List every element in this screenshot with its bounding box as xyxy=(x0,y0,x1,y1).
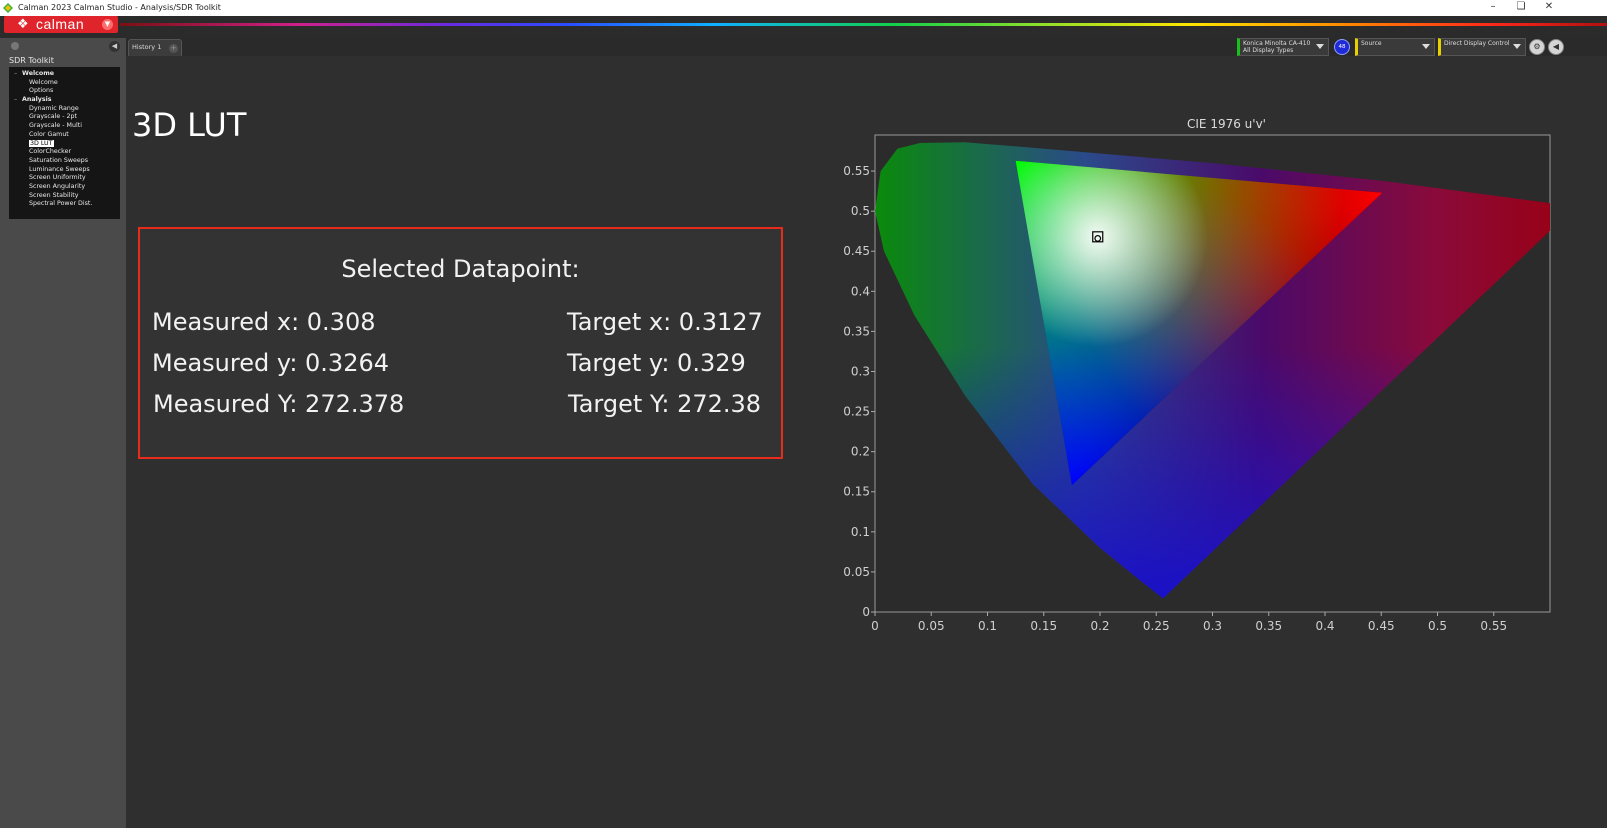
close-icon[interactable]: ✕ xyxy=(1535,1,1563,12)
cie-chart: CIE 1976 u'v' 0 0.05 0.1 0.15 0.2 0.25 0.3 0.35 0… xyxy=(826,112,1566,642)
y-tick-label: 0.05 xyxy=(843,565,870,579)
y-tick-label: 0.55 xyxy=(843,164,870,178)
nav-item-screen-angularity[interactable]: Screen Angularity xyxy=(9,183,120,192)
y-tick-label: 0.3 xyxy=(851,364,870,378)
measured-x-value: Measured x: 0.308 xyxy=(152,308,376,336)
nav-item-grayscale-multi[interactable]: Grayscale - Multi xyxy=(9,122,120,131)
settings-icon[interactable]: ⚙ xyxy=(1529,39,1545,55)
nav-item-screen-uniformity[interactable]: Screen Uniformity xyxy=(9,174,120,183)
nav-item-3d-lut[interactable]: 3D LUT xyxy=(9,139,120,149)
x-tick-label: 0.25 xyxy=(1143,619,1170,633)
x-tick-label: 0.45 xyxy=(1368,619,1395,633)
add-tab-icon[interactable]: + xyxy=(169,44,178,53)
x-tick-label: 0.35 xyxy=(1255,619,1282,633)
chevron-down-icon: ▼ xyxy=(102,19,113,30)
cie-chart-svg: CIE 1976 u'v' 0 0.05 0.1 0.15 0.2 0.25 0.3 0.35 0… xyxy=(843,117,1551,633)
y-tick-label: 0.5 xyxy=(851,204,870,218)
y-tick-label: 0.45 xyxy=(843,244,870,258)
meter-display-type: All Display Types xyxy=(1243,47,1294,54)
tab-label: History 1 xyxy=(132,43,162,51)
y-tick-label: 0.2 xyxy=(851,445,870,459)
y-tick-label: 0.25 xyxy=(843,405,870,419)
x-tick-label: 0.3 xyxy=(1203,619,1222,633)
x-tick-label: 0.55 xyxy=(1480,619,1507,633)
nav-item-dynamic-range[interactable]: Dynamic Range xyxy=(9,105,120,114)
selected-datapoint-heading: Selected Datapoint: xyxy=(341,255,580,283)
nav-group-welcome[interactable]: Welcome xyxy=(9,70,120,79)
nav-item-spectral-power[interactable]: Spectral Power Dist. xyxy=(9,200,120,209)
left-panel: ◀ SDR Toolkit Welcome Welcome Options An… xyxy=(0,38,126,828)
target-y-value: Target y: 0.329 xyxy=(567,349,746,377)
panel-title: SDR Toolkit xyxy=(9,56,54,65)
panel-head: ◀ xyxy=(0,38,126,56)
pin-icon[interactable] xyxy=(11,42,19,50)
meter-badge[interactable]: 48 xyxy=(1334,39,1350,55)
chevron-down-icon xyxy=(1316,44,1324,49)
meter-name: Konica Minolta CA-410 xyxy=(1243,40,1311,47)
y-tick-label: 0.1 xyxy=(851,525,870,539)
y-tick-label: 0.4 xyxy=(851,284,870,298)
nav-item-saturation-sweeps[interactable]: Saturation Sweeps xyxy=(9,157,120,166)
meter-selector[interactable]: Konica Minolta CA-410 All Display Types xyxy=(1237,38,1329,56)
source-label: Source xyxy=(1361,40,1382,47)
workflow-tree: Welcome Welcome Options Analysis Dynamic… xyxy=(9,67,120,219)
collapse-panel-icon[interactable]: ◀ xyxy=(109,41,120,52)
chevron-down-icon xyxy=(1513,44,1521,49)
target-luminance-value: Target Y: 272.38 xyxy=(568,390,762,418)
y-tick-label: 0.15 xyxy=(843,485,870,499)
calman-logo-icon: ❖ xyxy=(17,17,29,32)
target-x-value: Target x: 0.3127 xyxy=(567,308,763,336)
header-band xyxy=(0,16,1607,38)
calman-logo-text: calman xyxy=(36,16,85,32)
measured-y-value: Measured y: 0.3264 xyxy=(152,349,390,377)
x-tick-label: 0.15 xyxy=(1030,619,1057,633)
chart-title: CIE 1976 u'v' xyxy=(1187,117,1266,131)
nav-group-analysis[interactable]: Analysis xyxy=(9,96,120,105)
nav-item-welcome[interactable]: Welcome xyxy=(9,79,120,88)
nav-item-colorchecker[interactable]: ColorChecker xyxy=(9,148,120,157)
selected-datapoint-panel: Selected Datapoint: Measured x: 0.308 Me… xyxy=(138,227,783,459)
display-control-label: Direct Display Control xyxy=(1444,40,1510,47)
nav-item-grayscale-2pt[interactable]: Grayscale - 2pt xyxy=(9,113,120,122)
chevron-down-icon xyxy=(1422,44,1430,49)
display-control-selector[interactable]: Direct Display Control xyxy=(1438,38,1526,56)
x-tick-label: 0 xyxy=(871,619,879,633)
calman-app-icon xyxy=(3,3,13,13)
window-title: Calman 2023 Calman Studio - Analysis/SDR… xyxy=(18,3,221,12)
calman-menu-button[interactable]: ❖ calman ▼ xyxy=(4,16,118,33)
expand-panel-icon[interactable]: ◀ xyxy=(1548,39,1564,55)
nav-item-color-gamut[interactable]: Color Gamut xyxy=(9,131,120,140)
restore-icon[interactable]: ❏ xyxy=(1507,1,1535,12)
rainbow-bar xyxy=(120,23,1607,26)
y-tick-label: 0.35 xyxy=(843,324,870,338)
x-tick-label: 0.1 xyxy=(978,619,997,633)
x-tick-label: 0.5 xyxy=(1428,619,1447,633)
nav-item-options[interactable]: Options xyxy=(9,87,120,96)
y-tick-label: 0 xyxy=(862,605,870,619)
nav-item-screen-stability[interactable]: Screen Stability xyxy=(9,192,120,201)
x-tick-label: 0.2 xyxy=(1090,619,1109,633)
measured-luminance-value: Measured Y: 272.378 xyxy=(153,390,405,418)
minimize-icon[interactable]: – xyxy=(1479,1,1507,12)
page-title: 3D LUT xyxy=(132,106,247,144)
window-title-bar: Calman 2023 Calman Studio - Analysis/SDR… xyxy=(0,0,1607,16)
tab-history-1[interactable]: History 1 + xyxy=(128,39,182,56)
nav-item-luminance-sweeps[interactable]: Luminance Sweeps xyxy=(9,166,120,175)
x-tick-label: 0.05 xyxy=(918,619,945,633)
x-tick-label: 0.4 xyxy=(1315,619,1334,633)
source-selector[interactable]: Source xyxy=(1355,38,1435,56)
